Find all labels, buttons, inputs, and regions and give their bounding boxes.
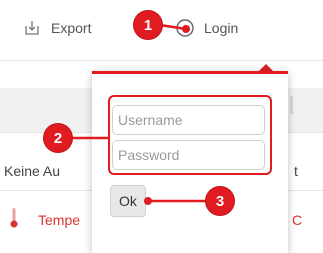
export-label: Export — [51, 20, 92, 36]
username-field[interactable] — [112, 105, 265, 135]
callout-step-3: 3 — [206, 187, 234, 215]
callout-step-2: 2 — [44, 124, 72, 152]
thermometer-icon — [10, 207, 18, 229]
login-label: Login — [204, 20, 239, 36]
background-keine-label: Keine Au — [4, 163, 61, 179]
download-icon — [22, 18, 42, 38]
background-unit-label: C — [292, 212, 303, 228]
toolbar-divider — [0, 60, 323, 61]
toolbar: Export Login — [0, 0, 323, 60]
callout-step-1: 1 — [134, 11, 162, 39]
background-temperature-label: Tempe — [38, 212, 81, 228]
login-button[interactable]: Login — [175, 17, 238, 39]
sign-in-icon — [175, 18, 195, 38]
export-button[interactable]: Export — [22, 17, 91, 39]
ok-button[interactable]: Ok — [110, 185, 146, 217]
background-scroll-indicator — [290, 96, 293, 114]
password-field[interactable] — [112, 140, 265, 170]
background-right-fragment: t — [294, 163, 298, 179]
